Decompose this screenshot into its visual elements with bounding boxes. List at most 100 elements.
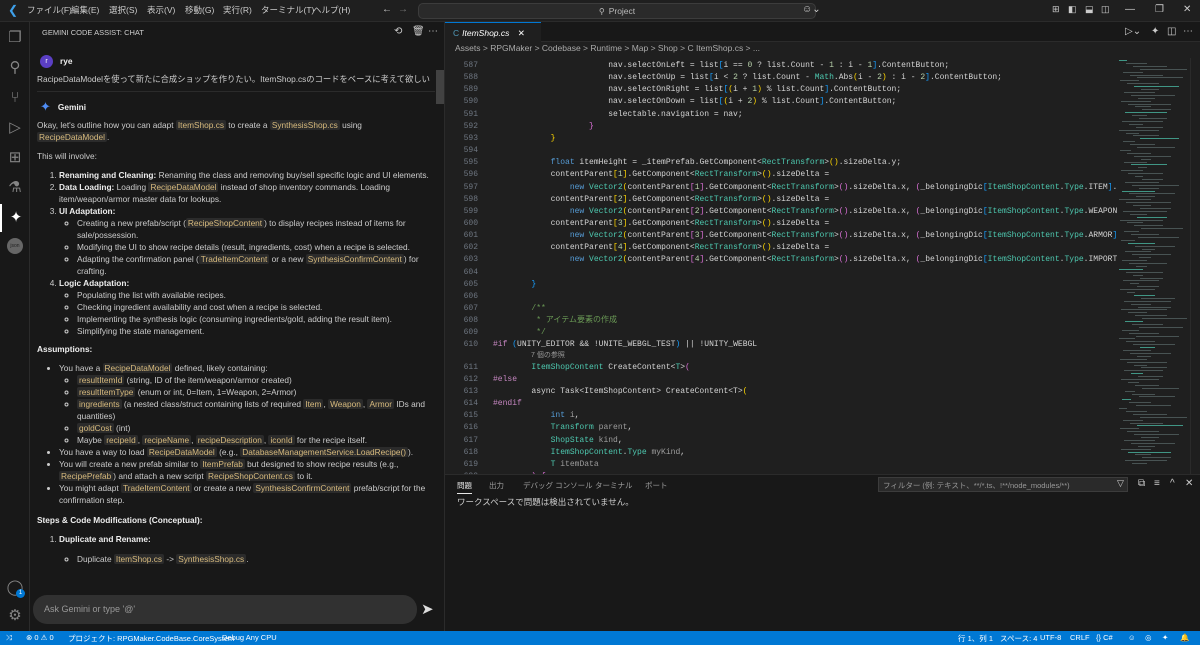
- more-actions-icon[interactable]: ⋯: [1183, 26, 1193, 37]
- testing-icon[interactable]: ⚗: [0, 174, 30, 202]
- minimap-line: [1121, 448, 1151, 450]
- minimap-line: [1137, 216, 1167, 218]
- remote-icon[interactable]: ⤨: [6, 633, 12, 643]
- code-text: ItemShopContent CreateContent<T>(: [493, 362, 689, 374]
- copilot-status-icon[interactable]: ☺: [1128, 633, 1136, 642]
- inline-code: ItemPrefab: [200, 459, 245, 469]
- notifications-icon[interactable]: 🔔: [1180, 633, 1189, 642]
- minimap-line: [1132, 463, 1147, 465]
- minimap-line: [1120, 149, 1131, 151]
- editor-scrollbar[interactable]: [1190, 58, 1200, 474]
- run-icon[interactable]: ▷⌄: [1125, 26, 1141, 37]
- code-text: nav.selectOnLeft = list[i == 0 ? list.Co…: [493, 60, 949, 72]
- indentation[interactable]: スペース: 4: [1000, 633, 1037, 644]
- toggle-secondary-sidebar-icon[interactable]: ◫: [1101, 4, 1110, 15]
- inline-code: SynthesisShop.cs: [176, 554, 247, 564]
- menu-item[interactable]: ファイル(F): [27, 4, 72, 16]
- account-icon[interactable]: ◯ 1: [0, 574, 30, 602]
- code-text: new Vector2(contentParent[3].GetComponen…: [493, 230, 1117, 242]
- minimap-line: [1133, 344, 1175, 346]
- minimap-line: [1123, 210, 1167, 212]
- panel-tab[interactable]: ポート: [645, 480, 668, 491]
- problems-filter-input[interactable]: フィルター (例: テキスト、**/*.ts、!**/node_modules/…: [878, 477, 1128, 492]
- search-text: Project: [608, 6, 636, 16]
- minimap-line: [1141, 228, 1183, 230]
- menu-item[interactable]: 移動(G): [185, 4, 214, 16]
- panel-tab[interactable]: デバッグ コンソール: [523, 480, 593, 491]
- panel-tab[interactable]: 問題: [457, 480, 472, 494]
- gemini-action-icon[interactable]: ✦: [1151, 26, 1159, 37]
- panel-tab[interactable]: ターミナル: [595, 480, 633, 491]
- menu-item[interactable]: ターミナル(T): [261, 4, 314, 16]
- project-status[interactable]: プロジェクト: RPGMaker.CodeBase.CoreSystem: [68, 633, 234, 644]
- code-token: (): [761, 218, 772, 228]
- send-icon[interactable]: ➤: [421, 600, 434, 618]
- language-mode[interactable]: {} C#: [1096, 633, 1113, 642]
- code-token: Type: [1064, 255, 1084, 265]
- collapse-all-icon[interactable]: ⧉: [1138, 478, 1145, 489]
- copilot-icon[interactable]: ☺⌄: [802, 4, 821, 15]
- source-control-icon[interactable]: ⑂: [0, 84, 30, 112]
- settings-gear-icon[interactable]: ⚙: [0, 602, 30, 630]
- code-token: #else: [493, 374, 518, 384]
- panel-tab[interactable]: 出力: [489, 480, 504, 491]
- toggle-panel-icon[interactable]: ⬓: [1085, 4, 1094, 15]
- problems-status[interactable]: ⊗ 0 ⚠ 0: [26, 633, 54, 642]
- code-editor[interactable]: 587 nav.selectOnLeft = list[i == 0 ? lis…: [445, 58, 1117, 474]
- split-editor-icon[interactable]: ◫: [1167, 26, 1176, 37]
- minimap-line: [1137, 425, 1183, 427]
- warning-count: 0: [49, 633, 54, 642]
- close-panel-icon[interactable]: ✕: [1185, 478, 1193, 489]
- more-actions-icon[interactable]: ⋯: [428, 26, 438, 37]
- customize-layout-icon[interactable]: ⊞: [1052, 4, 1060, 15]
- minimap-line: [1121, 379, 1159, 380]
- code-token: .ContentButton;: [877, 61, 950, 70]
- minimap-line: [1132, 393, 1155, 395]
- menu-item[interactable]: ヘルプ(H): [313, 4, 350, 16]
- code-token: RectTransform: [694, 194, 758, 204]
- filter-icon[interactable]: ▽: [1117, 478, 1124, 489]
- chat-scrollbar[interactable]: [436, 70, 444, 104]
- view-as-list-icon[interactable]: ≡: [1154, 478, 1160, 489]
- minimize-button[interactable]: —: [1125, 4, 1135, 15]
- menu-item[interactable]: 実行(R): [223, 4, 252, 16]
- minimap-line: [1139, 396, 1175, 398]
- gemini-status-icon[interactable]: ◎: [1145, 633, 1152, 642]
- json-icon[interactable]: json: [0, 232, 30, 260]
- chat-messages: r rye RacipeDataModelを使って新たに合成ショップを作りたい。…: [37, 50, 435, 595]
- extensions-icon[interactable]: ⊞: [0, 144, 30, 172]
- maximize-panel-icon[interactable]: ^: [1170, 478, 1175, 489]
- minimap[interactable]: [1117, 58, 1189, 474]
- tab-itemshop-cs[interactable]: C ItemShop.cs ✕: [445, 22, 541, 43]
- toggle-primary-sidebar-icon[interactable]: ◧: [1068, 4, 1077, 15]
- encoding[interactable]: UTF-8: [1040, 633, 1061, 642]
- menu-item[interactable]: 編集(E): [71, 4, 99, 16]
- build-config-status[interactable]: Debug Any CPU: [222, 633, 277, 642]
- inline-code: goldCost: [77, 423, 114, 433]
- explorer-icon[interactable]: ❐: [0, 24, 30, 52]
- back-arrow-icon[interactable]: ←: [382, 4, 392, 15]
- chat-input[interactable]: Ask Gemini or type '@': [33, 595, 417, 624]
- trash-icon[interactable]: 🗑: [412, 26, 425, 37]
- line-ending[interactable]: CRLF: [1070, 633, 1090, 642]
- code-token: nav.selectOnUp = list: [493, 73, 710, 83]
- line-number: 594: [463, 146, 478, 156]
- close-tab-icon[interactable]: ✕: [518, 28, 525, 38]
- run-debug-icon[interactable]: ▷: [0, 114, 30, 142]
- forward-arrow-icon[interactable]: →: [398, 4, 408, 15]
- code-token: .GetComponent<: [627, 243, 695, 253]
- gemini-star-icon[interactable]: ✦: [1162, 633, 1168, 642]
- code-token: ItemShopContent: [987, 206, 1060, 216]
- cursor-position[interactable]: 行 1、列 1: [958, 633, 993, 644]
- command-center-search[interactable]: ⚲ Project: [418, 3, 816, 19]
- minimap-line: [1131, 373, 1143, 375]
- menu-item[interactable]: 選択(S): [109, 4, 137, 16]
- code-token: contentParent: [627, 206, 690, 216]
- restore-button[interactable]: ❐: [1155, 4, 1164, 15]
- gemini-icon[interactable]: ✦: [0, 204, 30, 232]
- chat-history-icon[interactable]: ⟲: [394, 26, 402, 37]
- search-icon[interactable]: ⚲: [0, 54, 30, 82]
- breadcrumb[interactable]: Assets > RPGMaker > Codebase > Runtime >…: [455, 43, 760, 53]
- menu-item[interactable]: 表示(V): [147, 4, 175, 16]
- close-button[interactable]: ✕: [1183, 4, 1191, 15]
